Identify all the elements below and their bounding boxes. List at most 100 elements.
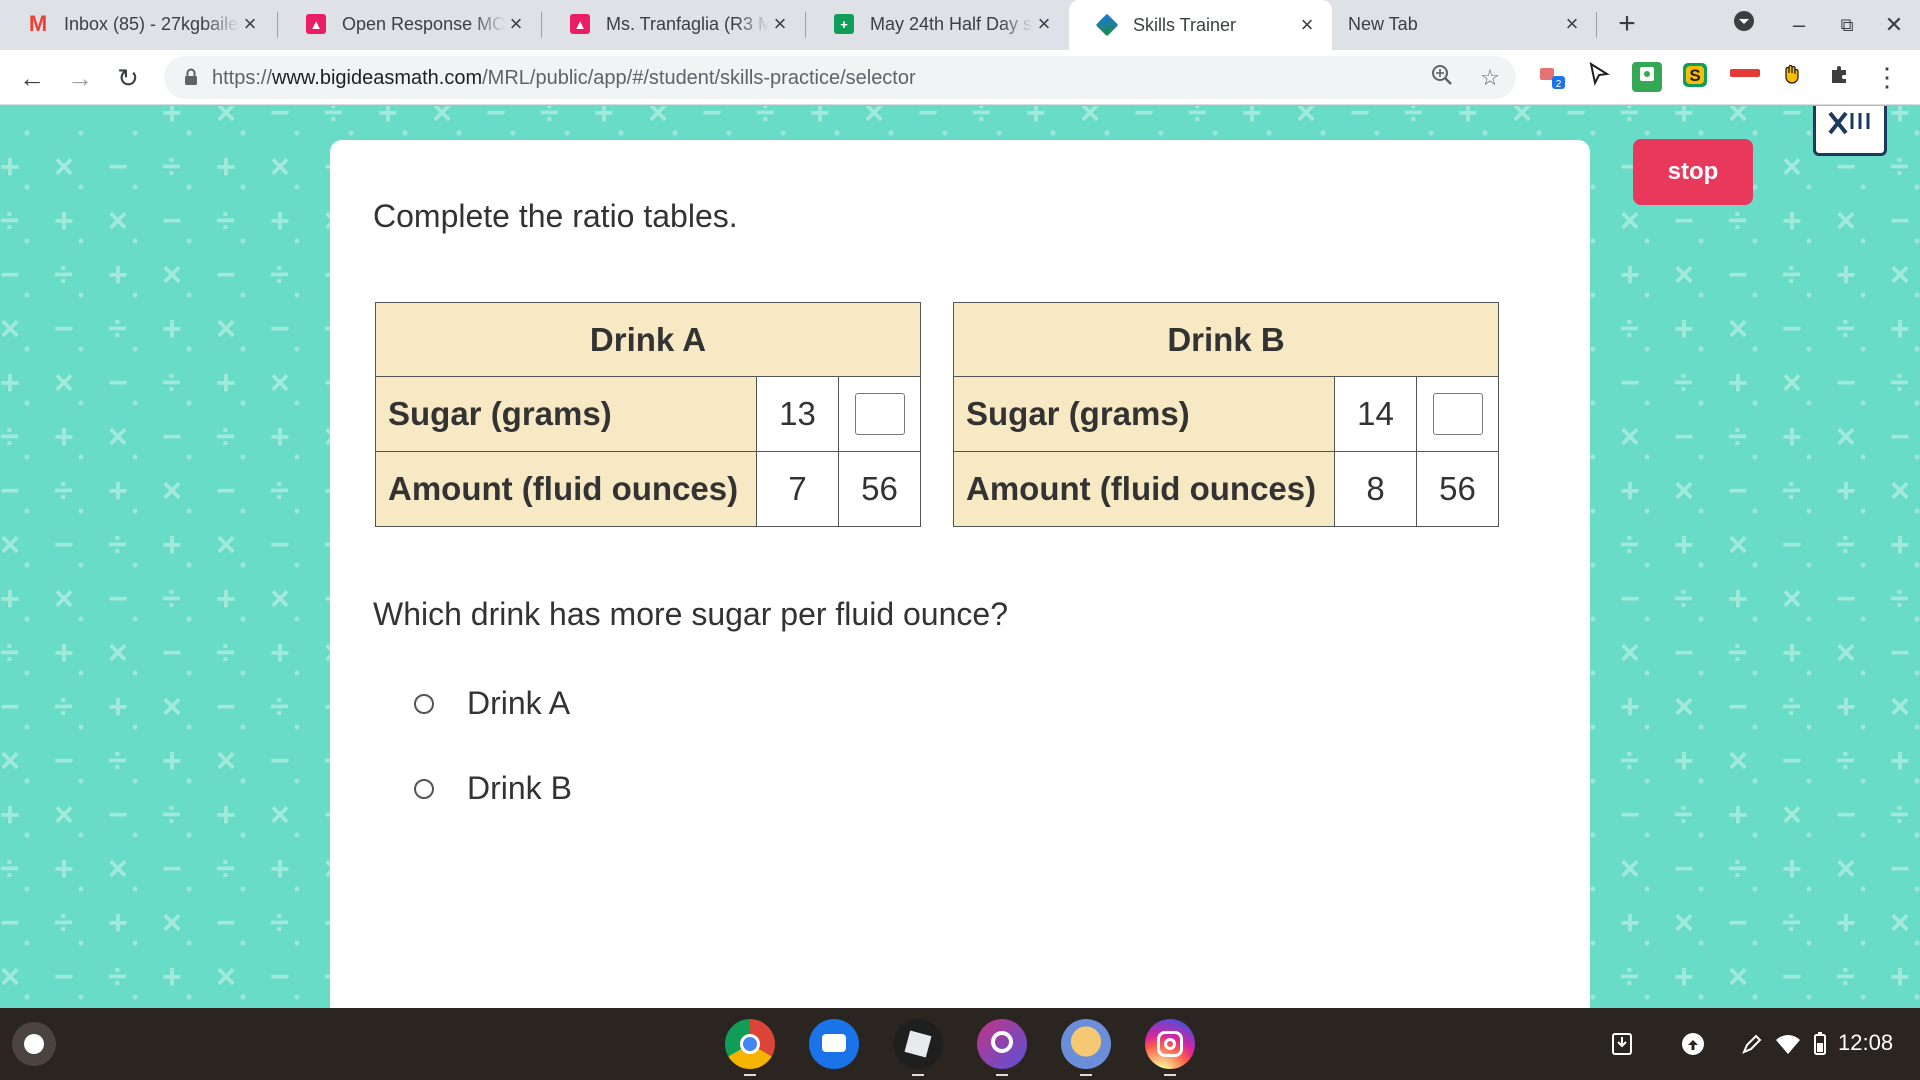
back-arrow-icon[interactable]: ← (14, 60, 50, 96)
background-math-symbol: ÷ (1674, 796, 1693, 834)
close-icon[interactable]: × (1033, 13, 1055, 35)
instagram-icon[interactable] (1145, 1019, 1195, 1069)
background-math-symbol: − (0, 472, 20, 510)
background-math-symbol: × (1728, 310, 1748, 348)
tab-sheets[interactable]: + May 24th Half Day sc × (806, 0, 1069, 48)
tab-gmail[interactable]: M Inbox (85) - 27kgbaile × (0, 0, 275, 48)
table-row: Amount (fluid ounces) 7 56 (375, 451, 921, 527)
background-math-symbol: + (810, 106, 830, 132)
background-math-symbol: × (216, 958, 236, 996)
choice-drink-a[interactable]: Drink A (414, 685, 570, 722)
close-icon[interactable]: × (1296, 14, 1318, 36)
background-math-symbol: ÷ (1782, 256, 1801, 294)
extension-badge: 2 (1556, 79, 1562, 90)
tab-new-tab[interactable]: New Tab × (1334, 0, 1597, 48)
tab-search-icon[interactable] (1727, 8, 1761, 42)
background-math-symbol: + (54, 202, 74, 240)
close-icon[interactable]: × (769, 13, 791, 35)
game-app-icon[interactable] (1061, 1019, 1111, 1069)
tab-title: May 24th Half Day sc (870, 13, 1033, 34)
tab-title: Inbox (85) - 27kgbaile (64, 13, 239, 34)
background-math-symbol: × (270, 796, 290, 834)
close-icon[interactable]: × (239, 13, 261, 35)
tab-tranfaglia[interactable]: ▲ Ms. Tranfaglia (R3 M × (542, 0, 805, 48)
battery-icon[interactable] (1806, 1030, 1834, 1058)
answer-input[interactable] (854, 393, 905, 436)
zoom-icon[interactable] (1428, 64, 1456, 92)
address-bar[interactable]: https://www.bigideasmath.com/MRL/public/… (164, 56, 1516, 99)
background-math-symbol: ÷ (162, 580, 181, 618)
background-math-symbol: + (0, 580, 20, 618)
hand-extension-icon[interactable] (1777, 62, 1807, 92)
table-cell: 14 (1334, 376, 1417, 452)
launcher-icon[interactable] (12, 1022, 56, 1066)
background-math-symbol: ÷ (162, 364, 181, 402)
background-math-symbol: − (108, 148, 128, 186)
background-math-symbol: × (1080, 106, 1100, 132)
background-math-symbol: × (864, 106, 884, 132)
background-math-symbol: × (162, 688, 182, 726)
reload-icon[interactable]: ↻ (110, 60, 146, 96)
page-background: +÷−×+÷−×+÷−×+÷−×+÷−×+÷−×+÷−×+÷−×+÷−××+÷−… (0, 106, 1920, 1008)
background-math-symbol: × (1890, 904, 1910, 942)
screencastify-icon[interactable] (1632, 62, 1662, 92)
radio-button[interactable] (414, 693, 434, 714)
running-indicator (1080, 1074, 1092, 1076)
background-math-symbol: × (1674, 688, 1694, 726)
background-math-symbol: ÷ (1728, 850, 1747, 888)
background-math-symbol: ÷ (270, 688, 289, 726)
cursor-extension-icon[interactable] (1584, 61, 1614, 92)
clock[interactable]: 12:08 (1838, 1030, 1893, 1056)
tab-skills-trainer[interactable]: Skills Trainer × (1069, 0, 1332, 50)
background-math-symbol: + (270, 850, 290, 888)
window-close-icon[interactable]: ✕ (1877, 8, 1911, 42)
background-math-symbol: ÷ (1188, 106, 1207, 132)
background-math-symbol: ÷ (1620, 526, 1639, 564)
scratchpad-icon[interactable] (1813, 106, 1887, 156)
close-icon[interactable]: × (505, 13, 527, 35)
tab-separator (1596, 12, 1597, 38)
background-math-symbol: × (0, 958, 20, 996)
s-extension-icon[interactable]: S (1680, 62, 1710, 92)
roblox-icon[interactable] (893, 1019, 943, 1069)
more-menu-icon[interactable]: ⋮ (1872, 62, 1902, 92)
background-math-symbol: + (270, 202, 290, 240)
table-row: Sugar (grams) 13 (375, 376, 921, 452)
restore-icon[interactable]: ⧉ (1830, 8, 1864, 42)
upload-icon[interactable] (1679, 1030, 1707, 1058)
background-math-symbol: − (270, 310, 290, 348)
bfr-extension-icon[interactable] (1727, 62, 1763, 92)
choice-drink-b[interactable]: Drink B (414, 770, 572, 807)
table-cell: 56 (838, 451, 921, 527)
close-icon[interactable]: × (1561, 13, 1583, 35)
stop-button[interactable]: stop (1633, 139, 1753, 205)
background-math-symbol: − (216, 904, 236, 942)
stylus-icon[interactable] (1738, 1030, 1766, 1058)
tab-open-response[interactable]: ▲ Open Response MCA × (278, 0, 541, 48)
background-math-symbol: × (216, 106, 236, 132)
background-math-symbol: ÷ (216, 202, 235, 240)
minimize-icon[interactable]: – (1782, 8, 1816, 42)
answer-input[interactable] (1432, 393, 1483, 436)
background-math-symbol: − (1890, 634, 1910, 672)
question-text: Which drink has more sugar per fluid oun… (373, 596, 1008, 632)
extension-icon[interactable]: 2 (1537, 62, 1567, 92)
radio-button[interactable] (414, 778, 434, 799)
puzzle-extensions-icon[interactable] (1825, 62, 1855, 92)
running-indicator (1164, 1074, 1176, 1076)
picsart-icon[interactable] (977, 1019, 1027, 1069)
background-math-symbol: + (1242, 106, 1262, 132)
background-math-symbol: + (270, 634, 290, 672)
background-math-symbol: ÷ (0, 850, 19, 888)
background-math-symbol: ÷ (108, 310, 127, 348)
messages-icon[interactable] (809, 1019, 859, 1069)
new-tab-plus-icon[interactable]: + (1610, 8, 1644, 42)
bookmark-star-icon[interactable]: ☆ (1476, 64, 1504, 92)
background-math-symbol: ÷ (54, 472, 73, 510)
background-math-symbol: ÷ (1782, 472, 1801, 510)
forward-arrow-icon[interactable]: → (62, 60, 98, 96)
holding-space-icon[interactable] (1608, 1030, 1636, 1058)
background-math-symbol: − (0, 904, 20, 942)
wifi-icon[interactable] (1774, 1030, 1802, 1058)
chrome-icon[interactable] (725, 1019, 775, 1069)
